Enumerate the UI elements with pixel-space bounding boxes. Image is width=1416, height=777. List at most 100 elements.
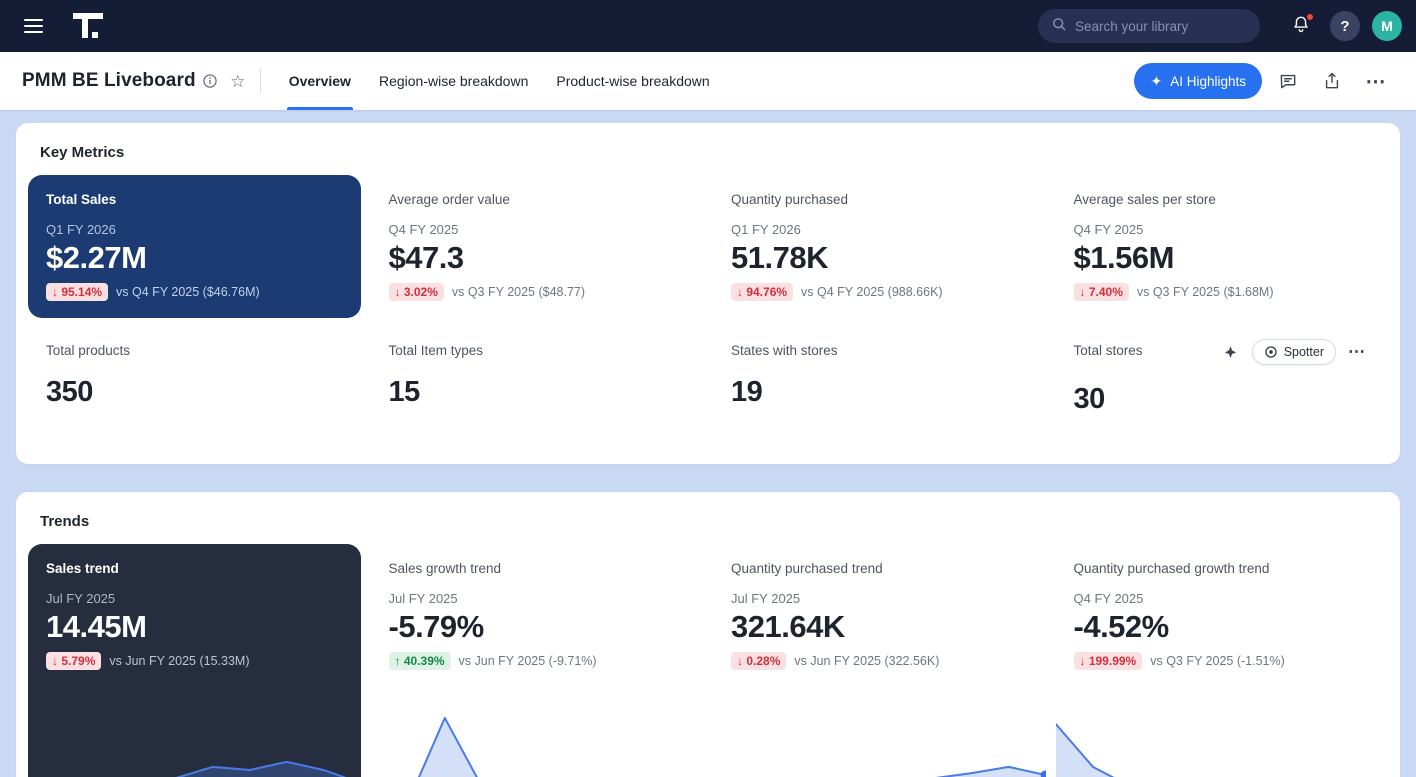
tile-title: Total Sales bbox=[46, 192, 116, 207]
tile-header: Quantity purchased bbox=[731, 192, 1028, 207]
tile-header: Total products bbox=[46, 343, 343, 358]
tile-value: -5.79% bbox=[389, 609, 686, 645]
comment-icon bbox=[1278, 71, 1298, 91]
tile-header: Total Sales bbox=[46, 192, 343, 207]
spotter-icon bbox=[1264, 345, 1278, 359]
tile-period: Q4 FY 2025 bbox=[1074, 222, 1371, 237]
tile-title: States with stores bbox=[731, 343, 838, 358]
tile-comparison-row: ↓ 5.79%vs Jun FY 2025 (15.33M) bbox=[46, 652, 343, 670]
tile-header: Sales trend bbox=[46, 561, 343, 576]
tile-header: Sales growth trend bbox=[389, 561, 686, 576]
divider bbox=[260, 68, 261, 94]
ai-highlights-button[interactable]: ✦ AI Highlights bbox=[1134, 63, 1262, 99]
tile-value: $47.3 bbox=[389, 240, 686, 276]
tile-value: 14.45M bbox=[46, 609, 343, 645]
trends-grid: Sales trendJul FY 202514.45M↓ 5.79%vs Ju… bbox=[16, 536, 1400, 777]
tile-period: Q4 FY 2025 bbox=[389, 222, 686, 237]
tile-title: Total stores bbox=[1074, 343, 1143, 358]
tile-comparison-row: ↓ 0.28% vs Jun FY 2025 (322.56K) bbox=[731, 652, 1028, 670]
tab-region-wise-breakdown[interactable]: Region-wise breakdown bbox=[365, 52, 542, 110]
tile-value: 350 bbox=[46, 376, 343, 409]
kpi-tile-quantity-purchased[interactable]: Quantity purchasedQ1 FY 202651.78K↓ 94.7… bbox=[713, 175, 1046, 318]
avatar[interactable]: M bbox=[1372, 11, 1402, 41]
kpi-tile-states-with-stores[interactable]: States with stores 19 bbox=[713, 326, 1046, 444]
kpi-tile-average-sales-per-store[interactable]: Average sales per storeQ4 FY 2025$1.56M↓… bbox=[1056, 175, 1389, 318]
tile-period: Jul FY 2025 bbox=[731, 591, 1028, 606]
section-trends: Trends Sales trend Jul FY 2025 14.45M ↓ 5.7… bbox=[16, 492, 1400, 777]
tile-period: Jul FY 2025 bbox=[46, 591, 343, 606]
thoughtspot-logo[interactable] bbox=[72, 10, 108, 42]
share-button[interactable] bbox=[1314, 63, 1350, 99]
tile-title: Average order value bbox=[389, 192, 510, 207]
favorite-star-button[interactable]: ☆ bbox=[224, 67, 252, 95]
comments-button[interactable] bbox=[1270, 63, 1306, 99]
kpi-tile-sales-growth-trend[interactable]: Sales growth trendJul FY 2025-5.79%↑ 40.… bbox=[371, 544, 704, 777]
tile-comparison-row: ↓ 3.02%vs Q3 FY 2025 ($48.77) bbox=[389, 283, 686, 301]
sparkle-icon: ✦ bbox=[1150, 74, 1162, 88]
change-badge: ↓ 7.40% bbox=[1074, 283, 1129, 301]
comparison-text: vs Jun FY 2025 (322.56K) bbox=[794, 654, 939, 668]
section-title: Key Metrics bbox=[16, 123, 1400, 167]
comparison-text: vs Q3 FY 2025 ($1.68M) bbox=[1137, 285, 1274, 299]
search-input[interactable] bbox=[1075, 19, 1247, 34]
help-icon: ? bbox=[1340, 18, 1349, 35]
sparkline-end-dot bbox=[1040, 770, 1045, 777]
tile-header: States with stores bbox=[731, 343, 1028, 358]
tile-value: -4.52% bbox=[1074, 609, 1371, 645]
key-metrics-grid: Total SalesQ1 FY 2026$2.27M↓ 95.14%vs Q4… bbox=[16, 167, 1400, 464]
kpi-tile-total-stores[interactable]: Total stores Spotter ⋯ 30 bbox=[1056, 326, 1389, 444]
notifications-button[interactable] bbox=[1284, 9, 1318, 43]
tile-title: Sales trend bbox=[46, 561, 119, 576]
liveboard-header: PMM BE Liveboard ☆ OverviewRegion-wise b… bbox=[0, 52, 1416, 110]
kpi-tile-quantity-purchased-growth-trend[interactable]: Quantity purchased growth trend Q4 FY 202… bbox=[1056, 544, 1389, 777]
kpi-tile-quantity-purchased-trend[interactable]: Quantity purchased trendJul FY 2025321.6… bbox=[713, 544, 1046, 777]
tile-value: 15 bbox=[389, 376, 686, 409]
comparison-text: vs Jun FY 2025 (-9.71%) bbox=[459, 654, 597, 668]
spotter-label: Spotter bbox=[1284, 345, 1324, 359]
comparison-text: vs Q3 FY 2025 (-1.51%) bbox=[1150, 654, 1285, 668]
change-badge: ↓ 5.79% bbox=[46, 652, 101, 670]
tile-title: Average sales per store bbox=[1074, 192, 1216, 207]
tile-header: Average sales per store bbox=[1074, 192, 1371, 207]
tab-product-wise-breakdown[interactable]: Product-wise breakdown bbox=[542, 52, 723, 110]
hamburger-menu-icon[interactable] bbox=[14, 7, 52, 45]
tile-period: Q4 FY 2025 bbox=[1074, 591, 1371, 606]
more-options-button[interactable]: ⋯ bbox=[1358, 63, 1394, 99]
explore-button[interactable] bbox=[1218, 339, 1244, 365]
tile-title: Quantity purchased bbox=[731, 192, 848, 207]
kpi-tile-average-order-value[interactable]: Average order value Q4 FY 2025 $47.3 ↓ 3.02… bbox=[371, 175, 704, 318]
search-icon bbox=[1051, 16, 1067, 37]
tile-value: 30 bbox=[1074, 383, 1371, 416]
kpi-tile-sales-trend[interactable]: Sales trend Jul FY 2025 14.45M ↓ 5.79%vs Ju… bbox=[28, 544, 361, 777]
tile-comparison-row: ↓ 95.14%vs Q4 FY 2025 ($46.76M) bbox=[46, 283, 343, 301]
comparison-text: vs Q3 FY 2025 ($48.77) bbox=[452, 285, 585, 299]
tile-hover-actions: Spotter ⋯ bbox=[1218, 339, 1370, 365]
help-button[interactable]: ? bbox=[1330, 11, 1360, 41]
tabs: OverviewRegion-wise breakdownProduct-wis… bbox=[275, 52, 724, 110]
tile-header: Quantity purchased growth trend bbox=[1074, 561, 1371, 576]
section-title: Trends bbox=[16, 492, 1400, 536]
tile-value: $2.27M bbox=[46, 240, 343, 276]
page-title: PMM BE Liveboard bbox=[22, 70, 196, 92]
kpi-tile-total-products[interactable]: Total products 350 bbox=[28, 326, 361, 444]
tile-comparison-row: ↓ 94.76%vs Q4 FY 2025 (988.66K) bbox=[731, 283, 1028, 301]
section-key-metrics: Key Metrics Total SalesQ1 FY 2026$2.27M↓… bbox=[16, 123, 1400, 464]
spotter-button[interactable]: Spotter bbox=[1252, 339, 1336, 365]
kpi-tile-total-sales[interactable]: Total SalesQ1 FY 2026$2.27M↓ 95.14%vs Q4… bbox=[28, 175, 361, 318]
change-badge: ↓ 95.14% bbox=[46, 283, 108, 301]
tab-overview[interactable]: Overview bbox=[275, 52, 365, 110]
share-icon bbox=[1322, 71, 1342, 91]
change-badge: ↑ 40.39% bbox=[389, 652, 451, 670]
tile-more-options-icon[interactable]: ⋯ bbox=[1344, 339, 1370, 365]
sparkline-chart bbox=[713, 686, 1046, 777]
sparkline-chart bbox=[28, 686, 361, 777]
kpi-tile-total-item-types[interactable]: Total Item types15 bbox=[371, 326, 704, 444]
tile-value: 19 bbox=[731, 376, 1028, 409]
sparkline-chart bbox=[371, 686, 704, 777]
info-icon[interactable] bbox=[196, 67, 224, 95]
tile-value: 321.64K bbox=[731, 609, 1028, 645]
change-badge: ↓ 0.28% bbox=[731, 652, 786, 670]
tile-header: Total storesSpotter⋯ bbox=[1074, 343, 1371, 365]
star-icon: ☆ bbox=[230, 73, 245, 90]
library-search[interactable] bbox=[1038, 9, 1260, 43]
